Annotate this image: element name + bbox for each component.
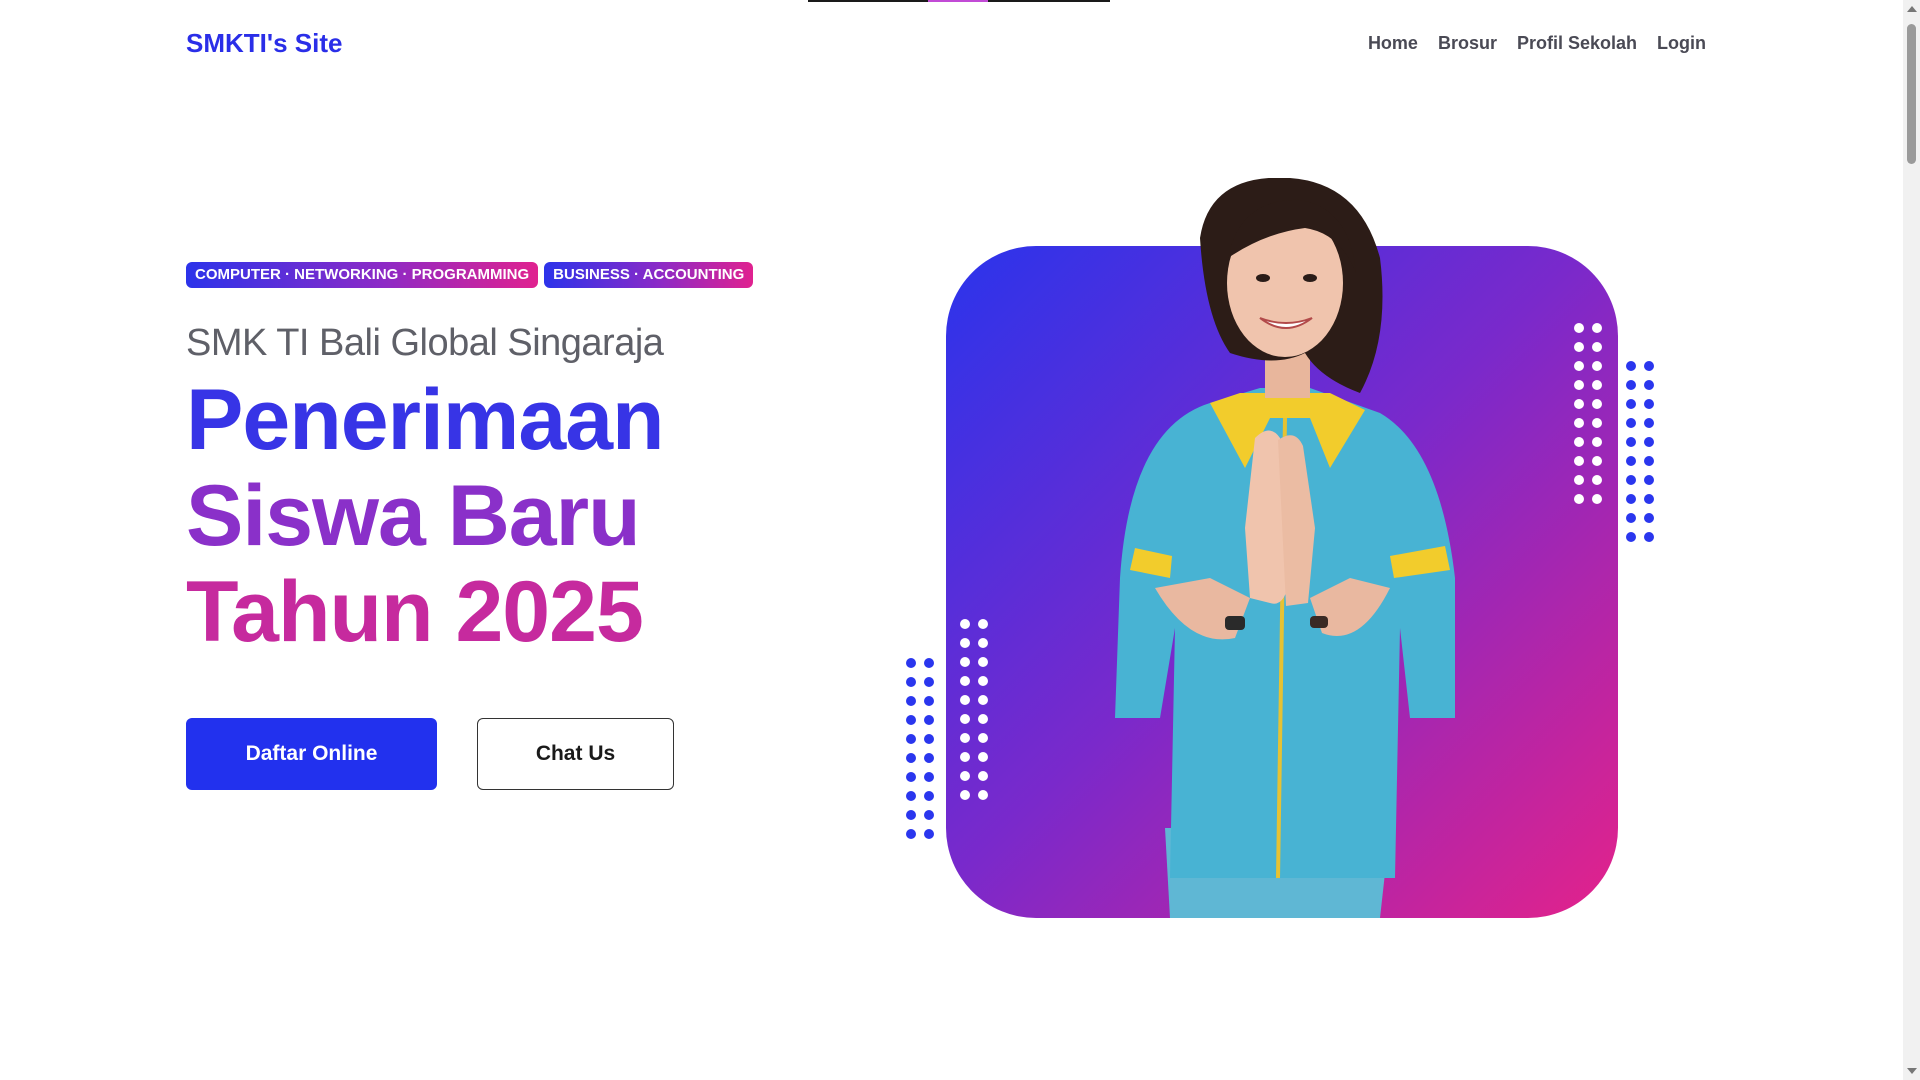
page-scrollbar[interactable] xyxy=(1903,0,1920,1080)
nav-brosur[interactable]: Brosur xyxy=(1438,33,1497,54)
main-nav: Home Brosur Profil Sekolah Login xyxy=(1368,33,1706,54)
site-brand-link[interactable]: SMKTI's Site xyxy=(186,28,342,59)
scroll-up-arrow-icon[interactable] xyxy=(1907,6,1917,12)
chat-us-button[interactable]: Chat Us xyxy=(477,718,674,790)
dot-pattern-left-outer xyxy=(906,658,934,839)
student-photo xyxy=(1115,178,1455,918)
loading-bar-progress xyxy=(928,0,988,2)
dot-pattern-right-inner xyxy=(1574,323,1602,504)
program-tags: COMPUTER · NETWORKING · PROGRAMMING BUSI… xyxy=(186,262,754,288)
dot-pattern-left-inner xyxy=(960,619,988,800)
page-loading-bar xyxy=(808,0,1110,2)
page: SMKTI's Site Home Brosur Profil Sekolah … xyxy=(0,0,1920,1080)
dot-pattern-right-outer xyxy=(1626,361,1654,542)
tag-computer-programs: COMPUTER · NETWORKING · PROGRAMMING xyxy=(186,262,539,288)
nav-login[interactable]: Login xyxy=(1657,33,1706,54)
tag-business-programs: BUSINESS · ACCOUNTING xyxy=(544,262,754,288)
scrollbar-thumb[interactable] xyxy=(1907,24,1916,164)
nav-profil-sekolah[interactable]: Profil Sekolah xyxy=(1517,33,1637,54)
scroll-down-arrow-icon[interactable] xyxy=(1907,1068,1917,1074)
nav-home[interactable]: Home xyxy=(1368,33,1418,54)
school-name: SMK TI Bali Global Singaraja xyxy=(186,322,664,364)
hero-headline: Penerimaan Siswa Baru Tahun 2025 xyxy=(186,372,665,660)
headline-line-2: Siswa Baru xyxy=(186,468,641,564)
headline-line-3: Tahun 2025 xyxy=(186,564,644,660)
daftar-online-button[interactable]: Daftar Online xyxy=(186,718,437,790)
headline-line-1: Penerimaan xyxy=(186,372,665,468)
